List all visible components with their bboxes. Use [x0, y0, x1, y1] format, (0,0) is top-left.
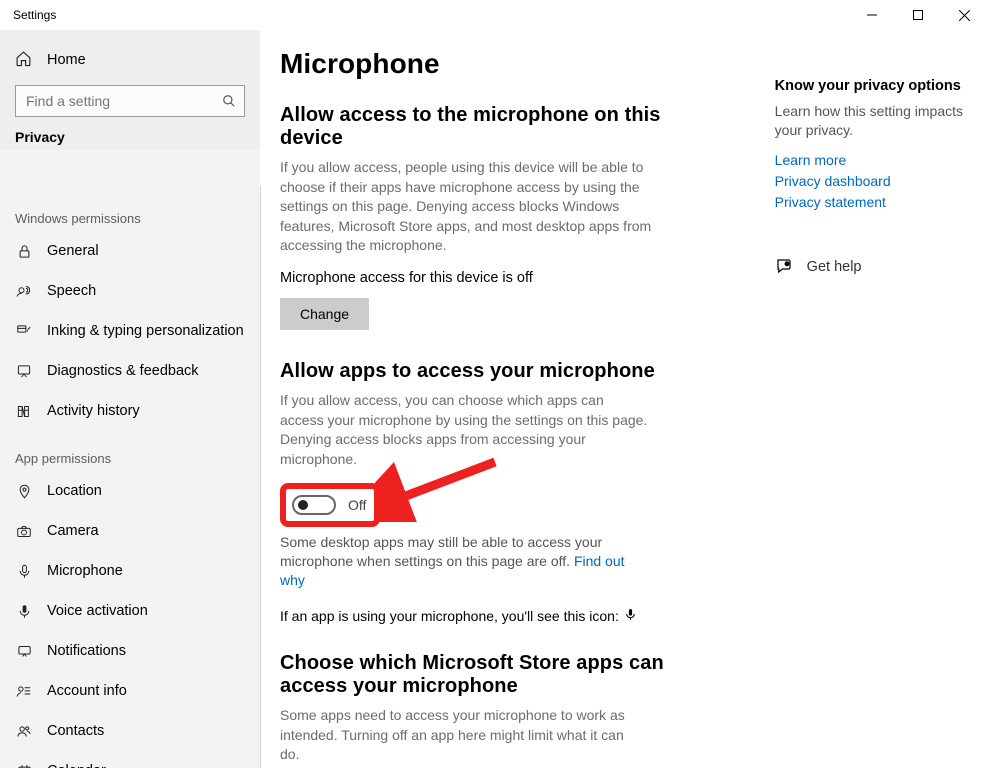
- sidebar-category: Privacy: [0, 117, 260, 153]
- section2-title: Allow apps to access your microphone: [280, 360, 705, 383]
- sidebar-item-label: General: [47, 243, 99, 259]
- sidebar-item-diagnostics[interactable]: Diagnostics & feedback: [0, 351, 260, 391]
- section3-desc: Some apps need to access your microphone…: [280, 706, 640, 765]
- microphone-indicator-icon: [624, 608, 637, 624]
- calendar-icon: [15, 764, 33, 768]
- windows-permissions-label: Windows permissions: [0, 191, 260, 231]
- sidebar-item-label: Account info: [47, 683, 127, 699]
- annotation-highlight: Off: [280, 483, 380, 527]
- section1-desc: If you allow access, people using this d…: [280, 158, 660, 256]
- get-help[interactable]: Get help: [775, 257, 987, 278]
- section2-note: Some desktop apps may still be able to a…: [280, 533, 650, 590]
- right-desc: Learn how this setting impacts your priv…: [775, 102, 987, 140]
- sidebar-item-label: Inking & typing personalization: [47, 323, 244, 339]
- sidebar: Home Privacy Windows permissions General…: [0, 30, 260, 768]
- close-button[interactable]: [941, 0, 987, 30]
- activity-icon: [15, 404, 33, 419]
- notifications-icon: [15, 644, 33, 659]
- mic-icon-line-text: If an app is using your microphone, you'…: [280, 608, 619, 624]
- voice-activation-icon: [15, 604, 33, 619]
- sidebar-item-label: Microphone: [47, 563, 123, 579]
- sidebar-item-label: Voice activation: [47, 603, 148, 619]
- window-controls: [849, 0, 987, 30]
- privacy-statement-link[interactable]: Privacy statement: [775, 192, 987, 213]
- feedback-icon: [15, 364, 33, 379]
- sidebar-item-notifications[interactable]: Notifications: [0, 631, 260, 671]
- home-icon: [15, 50, 33, 70]
- sidebar-item-label: Camera: [47, 523, 99, 539]
- maximize-button[interactable]: [895, 0, 941, 30]
- sidebar-item-speech[interactable]: Speech: [0, 271, 260, 311]
- sidebar-item-label: Activity history: [47, 403, 140, 419]
- microphone-icon: [15, 564, 33, 579]
- minimize-button[interactable]: [849, 0, 895, 30]
- app-permissions-label: App permissions: [0, 431, 260, 471]
- change-button[interactable]: Change: [280, 298, 369, 330]
- content: Microphone Allow access to the microphon…: [260, 30, 987, 768]
- sidebar-item-microphone[interactable]: Microphone: [0, 551, 260, 591]
- learn-more-link[interactable]: Learn more: [775, 150, 987, 171]
- section3-title: Choose which Microsoft Store apps can ac…: [280, 652, 680, 698]
- right-panel: Know your privacy options Learn how this…: [775, 48, 987, 768]
- right-title: Know your privacy options: [775, 78, 987, 94]
- search-input[interactable]: [15, 85, 245, 117]
- sidebar-item-camera[interactable]: Camera: [0, 511, 260, 551]
- get-help-label: Get help: [807, 259, 862, 275]
- section2-note-text: Some desktop apps may still be able to a…: [280, 534, 602, 569]
- inking-icon: [15, 324, 33, 339]
- account-info-icon: [15, 684, 33, 699]
- sidebar-item-voice-activation[interactable]: Voice activation: [0, 591, 260, 631]
- sidebar-item-inking[interactable]: Inking & typing personalization: [0, 311, 260, 351]
- sidebar-item-location[interactable]: Location: [0, 471, 260, 511]
- search-wrap: [0, 80, 260, 117]
- page-title: Microphone: [280, 48, 705, 80]
- camera-icon: [15, 524, 33, 539]
- search-icon: [222, 94, 236, 111]
- window-title: Settings: [13, 8, 56, 22]
- sidebar-item-calendar[interactable]: Calendar: [0, 751, 260, 768]
- apps-access-toggle-label: Off: [348, 497, 366, 513]
- sidebar-item-label: Contacts: [47, 723, 104, 739]
- section1-title: Allow access to the microphone on this d…: [280, 104, 705, 150]
- sidebar-home-label: Home: [47, 52, 86, 68]
- section2-desc: If you allow access, you can choose whic…: [280, 391, 650, 469]
- sidebar-item-general[interactable]: General: [0, 231, 260, 271]
- titlebar: Settings: [0, 0, 987, 30]
- location-icon: [15, 484, 33, 499]
- sidebar-item-account-info[interactable]: Account info: [0, 671, 260, 711]
- lock-icon: [15, 244, 33, 259]
- sidebar-item-label: Diagnostics & feedback: [47, 363, 199, 379]
- content-main: Microphone Allow access to the microphon…: [280, 48, 705, 768]
- mic-access-status: Microphone access for this device is off: [280, 270, 705, 286]
- privacy-dashboard-link[interactable]: Privacy dashboard: [775, 171, 987, 192]
- sidebar-home[interactable]: Home: [0, 40, 260, 80]
- vertical-separator: [260, 186, 261, 768]
- sidebar-item-label: Notifications: [47, 643, 126, 659]
- apps-access-toggle[interactable]: [292, 495, 336, 515]
- sidebar-item-label: Calendar: [47, 763, 106, 768]
- speech-icon: [15, 284, 33, 299]
- sidebar-item-label: Speech: [47, 283, 96, 299]
- mic-icon-line: If an app is using your microphone, you'…: [280, 608, 705, 624]
- sidebar-item-activity-history[interactable]: Activity history: [0, 391, 260, 431]
- sidebar-item-label: Location: [47, 483, 102, 499]
- sidebar-item-contacts[interactable]: Contacts: [0, 711, 260, 751]
- contacts-icon: [15, 724, 33, 739]
- get-help-icon: [775, 257, 793, 278]
